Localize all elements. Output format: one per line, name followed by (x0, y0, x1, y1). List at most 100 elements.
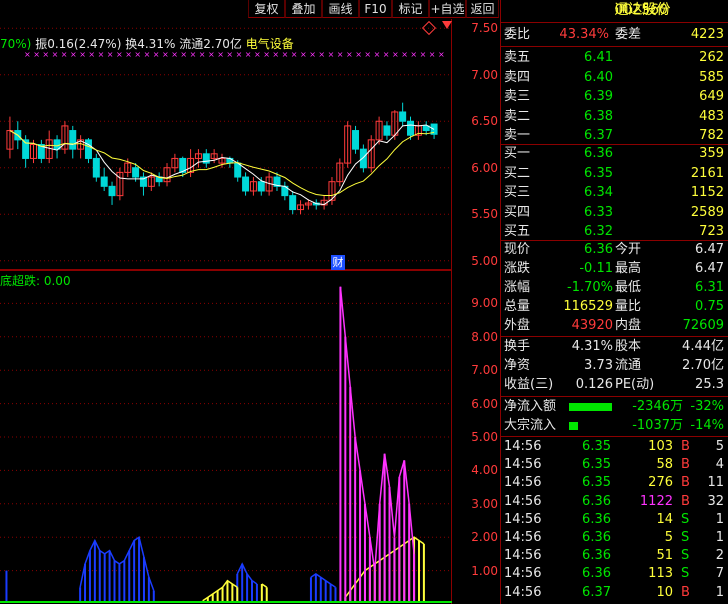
f10-button[interactable]: F10 (359, 0, 392, 18)
tick-volume: 58 (656, 457, 673, 473)
money-flow-value: -2346万 (632, 399, 683, 414)
tick-volume: 51 (656, 548, 673, 564)
tick-count: 32 (707, 493, 724, 509)
money-flow-row: 大宗流入 -1037万 -14% (501, 417, 728, 435)
tick-price: 6.36 (582, 548, 611, 564)
tick-price: 6.36 (582, 493, 611, 509)
tick-count: 1 (715, 584, 724, 600)
tick-row: 14:56 6.35 58 B 4 (501, 456, 728, 474)
buy-level-volume: 2589 (690, 204, 724, 220)
buy-level-volume: 723 (699, 224, 724, 239)
candle-body (383, 125, 391, 136)
tick-time: 14:56 (504, 439, 542, 454)
weibi-value: 43.34% (559, 27, 609, 42)
tick-time: 14:56 (504, 548, 542, 564)
buy-level-volume: 2161 (690, 165, 724, 181)
tick-row: 14:56 6.35 276 B 11 (501, 474, 728, 492)
indicator-line (310, 573, 336, 588)
axis-tick-label: 7.50 (471, 21, 498, 36)
kline-chart[interactable]: × × × × × × × × × × × × × × × × × × × × × × × × × × × × × × × × × × × × × × × ×… (0, 19, 452, 270)
money-flow-bar (569, 422, 578, 430)
tick-price: 6.35 (582, 475, 611, 491)
stat-value: 6.47 (695, 261, 724, 276)
candle-body (289, 195, 297, 211)
info-prefix: 70%) (0, 37, 32, 51)
tick-side: S (681, 530, 690, 545)
buy-level-volume: 359 (699, 146, 724, 161)
fundamental-row: 收益(三) 0.126 PE(动) 25.3 (501, 376, 728, 394)
fundamental-row: 换手 4.31% 股本 4.44亿 (501, 338, 728, 356)
stat-row: 外盘 43920 内盘 72609 (501, 317, 728, 335)
overlay-button[interactable]: 叠加 (285, 0, 322, 18)
back-button[interactable]: 返回 (466, 0, 499, 18)
candle-body (100, 176, 108, 187)
buy-level-label: 买二 (504, 165, 531, 181)
axis-tick-label: 7.00 (471, 363, 498, 378)
tick-price: 6.35 (582, 439, 611, 454)
axis-tick-label: 6.50 (471, 114, 498, 129)
axis-tick-label: 6.00 (471, 160, 498, 175)
tick-count: 5 (715, 439, 724, 454)
tick-price: 6.35 (582, 457, 611, 473)
sell-level-row: 卖三 6.39 649 (501, 88, 728, 106)
draw-line-button[interactable]: 画线 (322, 0, 359, 18)
fundamental-row: 净资 3.73 流通 2.70亿 (501, 357, 728, 375)
tick-side: S (681, 548, 690, 564)
fundamental-value: 3.73 (584, 358, 613, 373)
indicator-chart[interactable]: 底超跌: 0.00 (0, 270, 452, 604)
stat-value: 0.75 (695, 299, 724, 314)
candle-body (84, 139, 92, 159)
sell-level-label: 卖二 (504, 108, 531, 124)
candle-body (92, 157, 100, 178)
event-marker: × (355, 50, 362, 59)
finance-marker[interactable]: 财 (331, 255, 345, 270)
money-flow-pct: -14% (690, 418, 724, 433)
fundamental-value: 4.31% (571, 339, 613, 354)
event-marker: × (300, 50, 307, 59)
indicator-label: 底超跌: 0.00 (0, 274, 71, 288)
stat-value: 6.36 (584, 242, 613, 257)
tick-volume: 14 (656, 511, 673, 527)
money-flow-row: 净流入额 -2346万 -32% (501, 398, 728, 416)
tick-time: 14:56 (504, 584, 542, 600)
tick-price: 6.36 (582, 530, 611, 545)
money-flow-bar (569, 403, 612, 411)
candle-body (242, 176, 250, 192)
event-marker: × (401, 50, 408, 59)
tick-volume: 1122 (639, 493, 673, 509)
event-marker: × (383, 50, 390, 59)
sell-level-volume: 649 (699, 89, 724, 104)
fundamental-label: PE(动) (615, 377, 655, 392)
buy-level-row: 买一 6.36 359 (501, 145, 728, 163)
candle-body (352, 130, 360, 150)
buy-level-row: 买五 6.32 723 (501, 223, 728, 241)
tick-row: 14:56 6.35 103 B 5 (501, 438, 728, 456)
fuquan-button[interactable]: 复权 (248, 0, 285, 18)
mark-button[interactable]: 标记 (392, 0, 429, 18)
stat-label: 总量 (504, 299, 531, 314)
stat-label: 现价 (504, 242, 531, 257)
tick-count: 1 (715, 530, 724, 545)
candle-body (257, 181, 265, 192)
tick-price: 6.37 (582, 584, 611, 600)
buy-level-label: 买五 (504, 224, 531, 239)
sell-level-volume: 782 (699, 128, 724, 143)
fundamental-label: 收益(三) (504, 377, 554, 392)
add-watchlist-button[interactable]: +自选 (429, 0, 466, 18)
event-marker: × (346, 50, 353, 59)
sell-level-price: 6.38 (584, 108, 613, 124)
axis-tick-label: 5.00 (471, 430, 498, 444)
tick-time: 14:56 (504, 457, 542, 473)
axis-tick-label: 7.00 (471, 67, 498, 82)
sell-level-row: 卖四 6.40 585 (501, 69, 728, 87)
buy-level-price: 6.35 (584, 165, 613, 181)
axis-tick-label: 9.00 (471, 296, 498, 311)
tick-side: B (681, 475, 690, 491)
stat-value: 116529 (563, 299, 613, 314)
buy-level-price: 6.32 (584, 224, 613, 239)
price-axis: 7.50 7.00 6.50 6.00 5.50 5.00 (452, 19, 500, 270)
tick-price: 6.36 (582, 511, 611, 527)
buy-level-price: 6.34 (584, 185, 613, 200)
sell-level-price: 6.37 (584, 128, 613, 143)
triangle-down-icon[interactable] (442, 21, 452, 29)
